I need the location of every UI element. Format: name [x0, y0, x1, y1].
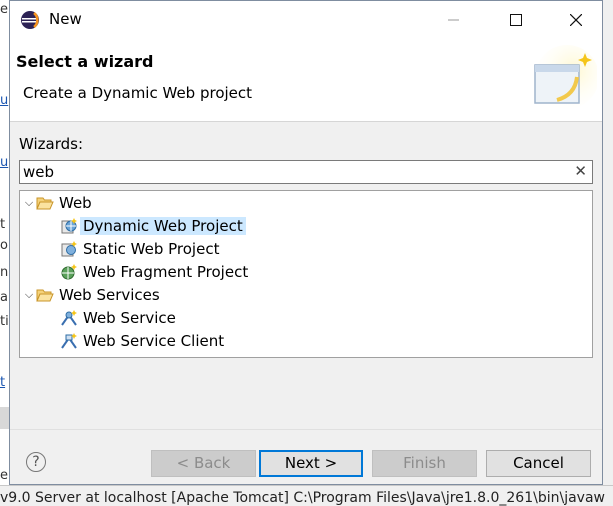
tree-node-label: Web Fragment Project	[83, 263, 249, 281]
background-status-text: v9.0 Server at localhost [Apache Tomcat]…	[0, 490, 605, 506]
tree-node-label: Dynamic Web Project	[80, 217, 246, 235]
folder-open-icon	[36, 289, 54, 302]
chevron-down-icon[interactable]: ⌵	[22, 196, 36, 210]
background-text: e	[0, 2, 8, 17]
tree-node-web-fragment-project[interactable]: Web Fragment Project	[60, 261, 251, 283]
close-button[interactable]	[546, 1, 606, 39]
cancel-button[interactable]: Cancel	[486, 450, 591, 477]
finish-button[interactable]: Finish	[372, 450, 477, 477]
web-service-icon	[61, 310, 77, 326]
background-link: u	[0, 93, 9, 108]
footer-separator	[10, 429, 602, 430]
background-strip	[0, 407, 9, 429]
maximize-icon	[510, 14, 522, 26]
background-text: e	[0, 468, 8, 483]
back-button[interactable]: < Back	[151, 450, 256, 477]
background-link: u	[0, 155, 9, 170]
tree-node-web[interactable]: ⌵ Web	[22, 192, 95, 214]
background-text: o	[0, 238, 8, 253]
close-icon	[570, 14, 582, 26]
tree-node-static-web-project[interactable]: Static Web Project	[60, 238, 222, 260]
wizard-tree[interactable]: ⌵ Web Dynamic Web Project Static Web Pro…	[19, 190, 593, 358]
tree-node-web-service-client[interactable]: Web Service Client	[60, 330, 227, 352]
banner-title: Select a wizard	[16, 52, 154, 71]
eclipse-icon	[21, 11, 39, 29]
title-bar[interactable]: New	[10, 1, 602, 39]
tree-node-web-service[interactable]: Web Service	[60, 307, 179, 329]
wizard-banner: Select a wizard Create a Dynamic Web pro…	[10, 39, 602, 122]
static-web-project-icon	[61, 241, 77, 257]
maximize-button[interactable]	[486, 1, 546, 39]
tree-node-label: Static Web Project	[83, 240, 220, 258]
background-link: t	[0, 375, 6, 390]
web-fragment-project-icon	[61, 264, 77, 280]
tree-node-label: Web Service	[83, 309, 176, 327]
folder-open-icon	[36, 197, 54, 210]
wizards-label: Wizards:	[19, 135, 84, 153]
tree-node-dynamic-web-project[interactable]: Dynamic Web Project	[60, 215, 246, 237]
background-text: ti	[0, 314, 9, 329]
tree-node-label: Web Service Client	[83, 332, 225, 350]
minimize-icon	[448, 19, 459, 21]
next-button[interactable]: Next >	[259, 450, 363, 477]
banner-description: Create a Dynamic Web project	[23, 84, 253, 102]
window-title: New	[49, 10, 82, 28]
tree-node-label: Web	[59, 194, 92, 212]
dynamic-web-project-icon	[61, 218, 77, 234]
background-text: ne	[0, 265, 9, 280]
clear-filter-icon[interactable]: ✕	[574, 162, 587, 180]
help-icon[interactable]: ?	[26, 452, 46, 472]
filter-input[interactable]	[23, 162, 563, 182]
tree-node-label: Web Services	[59, 286, 160, 304]
chevron-down-icon[interactable]: ⌵	[22, 288, 36, 302]
web-service-client-icon	[61, 333, 77, 349]
background-text: t	[0, 217, 6, 232]
new-wizard-dialog: New Select a wizard Create a Dynamic Web…	[9, 0, 603, 485]
new-wizard-icon	[534, 45, 597, 109]
wizard-filter: ✕	[19, 160, 593, 184]
minimize-button[interactable]	[424, 1, 484, 39]
background-text: all	[0, 290, 9, 305]
tree-node-web-services[interactable]: ⌵ Web Services	[22, 284, 163, 306]
